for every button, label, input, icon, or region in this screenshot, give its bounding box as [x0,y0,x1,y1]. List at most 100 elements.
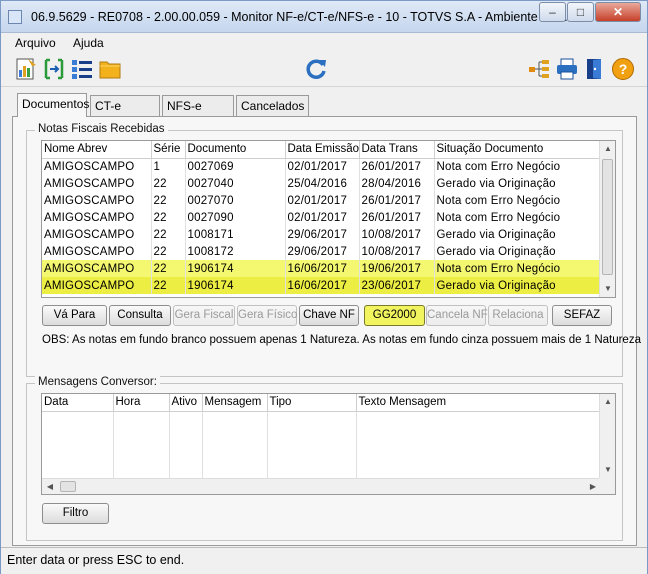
menu-ajuda[interactable]: Ajuda [73,36,104,50]
tab-cte[interactable]: CT-e [90,95,160,117]
menu-bar: Arquivo Ajuda [1,33,647,53]
select-icon[interactable] [42,57,66,81]
maximize-button[interactable]: □ [567,2,594,22]
cell-data-trans: 28/04/2016 [359,175,435,192]
exit-door-icon[interactable] [583,57,607,81]
mensagens-vertical-scrollbar[interactable]: ▲ ▼ [599,394,615,478]
svg-text:?: ? [619,61,628,77]
cell-serie: 22 [151,209,186,226]
chave-nf-button[interactable]: Chave NF [299,305,359,326]
cell-data-emissao: 29/06/2017 [285,226,360,243]
cell-data-emissao: 16/06/2017 [285,260,360,277]
col-data[interactable]: Data [42,394,114,412]
status-bar: Enter data or press ESC to end. [1,547,647,574]
table-row[interactable]: AMIGOSCAMPO 22 0027070 02/01/2017 26/01/… [42,192,602,209]
table-row-selected[interactable]: AMIGOSCAMPO 22 1906174 16/06/2017 23/06/… [42,277,602,294]
gera-fisico-button[interactable]: Gera Físico [237,305,297,326]
minimize-button[interactable]: – [539,2,566,22]
empty-row [42,428,602,445]
table-row-highlighted[interactable]: AMIGOSCAMPO 22 1906174 16/06/2017 19/06/… [42,260,602,277]
notas-fiscais-group: Notas Fiscais Recebidas Nome Abrev Série… [26,123,641,377]
empty-row [42,411,602,428]
cell-documento: 0027040 [185,175,286,192]
table-row[interactable]: AMIGOSCAMPO 22 0027090 02/01/2017 26/01/… [42,209,602,226]
cell-situacao: Nota com Erro Negócio [434,158,602,175]
col-documento[interactable]: Documento [185,141,286,159]
table-row[interactable]: AMIGOSCAMPO 1 0027069 02/01/2017 26/01/2… [42,158,602,175]
cell-data-trans: 26/01/2017 [359,192,435,209]
scroll-thumb[interactable] [602,159,613,275]
consulta-button[interactable]: Consulta [109,305,171,326]
col-data-emissao[interactable]: Data Emissão [285,141,360,159]
cell-nome: AMIGOSCAMPO [42,277,152,294]
cell-nome: AMIGOSCAMPO [42,209,152,226]
tab-container: Documentos CT-e NFS-e Cancelados Notas F… [12,93,641,546]
col-ativo[interactable]: Ativo [169,394,203,412]
gera-fiscal-button[interactable]: Gera Fiscal [173,305,235,326]
cell-data-trans: 23/06/2017 [359,277,435,294]
filtro-button[interactable]: Filtro [42,503,109,524]
report-icon[interactable] [14,57,38,81]
scroll-down-arrow-icon[interactable]: ▼ [600,281,615,297]
toolbar: ? [1,53,647,87]
table-row[interactable]: AMIGOSCAMPO 22 0027040 25/04/2016 28/04/… [42,175,602,192]
empty-row [42,445,602,462]
cell-situacao: Nota com Erro Negócio [434,209,602,226]
notas-vertical-scrollbar[interactable]: ▲ ▼ [599,141,615,297]
va-para-button[interactable]: Vá Para [42,305,107,326]
cell-nome: AMIGOSCAMPO [42,260,152,277]
folder-icon[interactable] [98,57,122,81]
mensagens-header-row: Data Hora Ativo Mensagem Tipo Texto Mens… [42,394,602,412]
table-row[interactable]: AMIGOSCAMPO 22 1008172 29/06/2017 10/08/… [42,243,602,260]
col-texto-mensagem[interactable]: Texto Mensagem [356,394,602,412]
menu-arquivo[interactable]: Arquivo [15,36,56,50]
mensagens-group-title: Mensagens Conversor: [35,376,160,388]
cell-nome: AMIGOSCAMPO [42,175,152,192]
close-button[interactable]: ✕ [595,2,641,22]
col-hora[interactable]: Hora [113,394,170,412]
cell-documento: 0027090 [185,209,286,226]
relaciona-button[interactable]: Relaciona [488,305,548,326]
mensagens-table[interactable]: Data Hora Ativo Mensagem Tipo Texto Mens… [41,393,616,495]
obs-note: OBS: As notas em fundo branco possuem ap… [42,334,641,346]
col-tipo[interactable]: Tipo [267,394,357,412]
notas-group-title: Notas Fiscais Recebidas [35,123,168,135]
cell-situacao: Nota com Erro Negócio [434,260,602,277]
tab-cancelados[interactable]: Cancelados [236,95,309,117]
scroll-thumb[interactable] [60,481,76,492]
col-serie[interactable]: Série [151,141,186,159]
tree-icon[interactable] [527,57,551,81]
list-icon[interactable] [70,57,94,81]
cell-data-emissao: 29/06/2017 [285,243,360,260]
cell-nome: AMIGOSCAMPO [42,226,152,243]
col-mensagem[interactable]: Mensagem [202,394,268,412]
cell-nome: AMIGOSCAMPO [42,192,152,209]
scroll-down-arrow-icon[interactable]: ▼ [600,462,615,478]
gg2000-button[interactable]: GG2000 [364,305,425,326]
scroll-up-arrow-icon[interactable]: ▲ [600,141,615,157]
title-bar[interactable]: 06.9.5629 - RE0708 - 2.00.00.059 - Monit… [1,1,647,33]
cell-serie: 22 [151,243,186,260]
scroll-up-arrow-icon[interactable]: ▲ [600,394,615,410]
cell-data-trans: 19/06/2017 [359,260,435,277]
notas-table[interactable]: Nome Abrev Série Documento Data Emissão … [41,140,616,298]
sefaz-button[interactable]: SEFAZ [552,305,612,326]
help-icon[interactable]: ? [611,57,635,81]
tab-panel-documentos: Notas Fiscais Recebidas Nome Abrev Série… [12,116,641,546]
col-nome-abrev[interactable]: Nome Abrev [42,141,152,159]
scroll-left-arrow-icon[interactable]: ◀ [42,479,58,494]
printer-icon[interactable] [555,57,579,81]
cancela-nf-button[interactable]: Cancela NF [426,305,488,326]
col-situacao[interactable]: Situação Documento [434,141,602,159]
scroll-corner [599,478,615,494]
table-row[interactable]: AMIGOSCAMPO 22 1008171 29/06/2017 10/08/… [42,226,602,243]
cell-documento: 1906174 [185,260,286,277]
tab-nfse[interactable]: NFS-e [162,95,234,117]
status-text: Enter data or press ESC to end. [7,553,185,567]
cell-documento: 1906174 [185,277,286,294]
cell-documento: 0027069 [185,158,286,175]
refresh-icon[interactable] [305,57,329,81]
mensagens-horizontal-scrollbar[interactable]: ◀ ▶ [42,478,601,494]
col-data-trans[interactable]: Data Trans [359,141,435,159]
tab-documentos[interactable]: Documentos [17,93,89,117]
